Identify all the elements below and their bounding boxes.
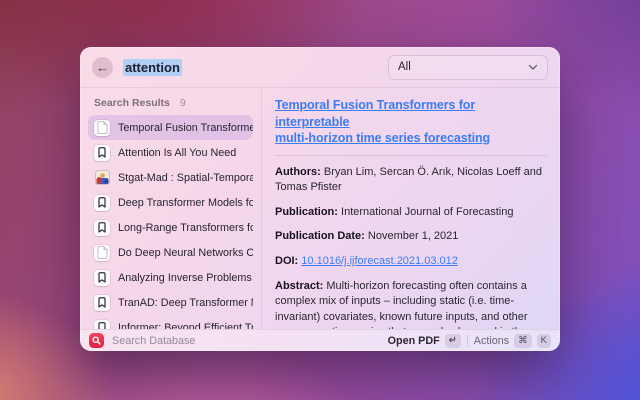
result-item[interactable]: Temporal Fusion Transformers f...: [88, 115, 253, 140]
results-count: 9: [180, 97, 186, 109]
result-item[interactable]: TranAD: Deep Transformer Net...: [88, 290, 253, 315]
doi-row: DOI: 10.1016/j.ijforecast.2021.03.012: [275, 254, 547, 270]
bookmark-icon: [94, 195, 110, 211]
result-item[interactable]: Deep Transformer Models for Ti...: [88, 190, 253, 215]
bookmark-icon: [94, 220, 110, 236]
title-divider: [275, 155, 547, 156]
result-item-label: Long-Range Transformers for D...: [118, 222, 253, 234]
results-header: Search Results: [94, 97, 170, 109]
result-item-label: Temporal Fusion Transformers f...: [118, 122, 253, 134]
search-query-selected-text: attention: [123, 59, 182, 76]
k-key-icon: K: [537, 334, 551, 348]
footer-divider: [467, 335, 468, 347]
result-item[interactable]: Analyzing Inverse Problems with...: [88, 265, 253, 290]
filter-dropdown-value: All: [398, 61, 411, 73]
search-database-app-icon: [89, 333, 104, 348]
result-item-label: TranAD: Deep Transformer Net...: [118, 297, 253, 309]
result-item[interactable]: Attention Is All You Need: [88, 140, 253, 165]
publication-date-row: Publication Date: November 1, 2021: [275, 229, 547, 245]
bookmark-icon: [94, 295, 110, 311]
result-item[interactable]: Do Deep Neural Networks Contr...: [88, 240, 253, 265]
result-item-label: Deep Transformer Models for Ti...: [118, 197, 253, 209]
document-icon: [94, 245, 110, 261]
return-key-icon: ↵: [445, 334, 461, 348]
result-item-label: Analyzing Inverse Problems with...: [118, 272, 253, 284]
search-bar: ← attention All: [80, 47, 560, 88]
bookmark-icon: [94, 270, 110, 286]
publication-row: Publication: International Journal of Fo…: [275, 205, 547, 221]
magnifier-icon: [92, 336, 101, 345]
paper-detail-pane: Temporal Fusion Transformers for interpr…: [262, 88, 560, 329]
back-button[interactable]: ←: [92, 57, 113, 78]
result-item[interactable]: Long-Range Transformers for D...: [88, 215, 253, 240]
command-name-label: Search Database: [112, 335, 195, 347]
filter-dropdown[interactable]: All: [388, 55, 548, 80]
results-sidebar: Search Results 9 Temporal Fusion Transfo…: [80, 88, 262, 329]
command-key-icon: ⌘: [514, 334, 532, 348]
result-item[interactable]: Informer: Beyond Efficient Trans...: [88, 315, 253, 329]
document-icon: [94, 120, 110, 136]
open-pdf-button[interactable]: Open PDF ↵: [388, 334, 461, 348]
footer-bar: Search Database Open PDF ↵ Actions ⌘ K: [80, 329, 560, 351]
result-item[interactable]: Stgat-Mad : Spatial-Temporal Gr...: [88, 165, 253, 190]
arrow-left-icon: ←: [96, 60, 109, 75]
doi-link[interactable]: 10.1016/j.ijforecast.2021.03.012: [301, 255, 458, 267]
result-item-label: Attention Is All You Need: [118, 147, 236, 159]
abstract-paragraph: Abstract: Multi-horizon forecasting ofte…: [275, 279, 547, 329]
result-item-label: Do Deep Neural Networks Contr...: [118, 247, 253, 259]
authors-row: Authors: Bryan Lim, Sercan Ö. Arık, Nico…: [275, 165, 547, 196]
result-item-label: Stgat-Mad : Spatial-Temporal Gr...: [118, 172, 253, 184]
bookmark-icon: [94, 145, 110, 161]
paper-title-link[interactable]: Temporal Fusion Transformers for interpr…: [275, 97, 547, 147]
search-window: ← attention All Search Results 9 Tempora…: [80, 47, 560, 351]
figure-thumbnail-icon: [94, 170, 110, 186]
result-item-label: Informer: Beyond Efficient Trans...: [118, 322, 253, 330]
search-input[interactable]: attention: [123, 60, 182, 75]
chevron-down-icon: [528, 64, 538, 71]
actions-button[interactable]: Actions ⌘ K: [474, 334, 551, 348]
bookmark-icon: [94, 320, 110, 330]
